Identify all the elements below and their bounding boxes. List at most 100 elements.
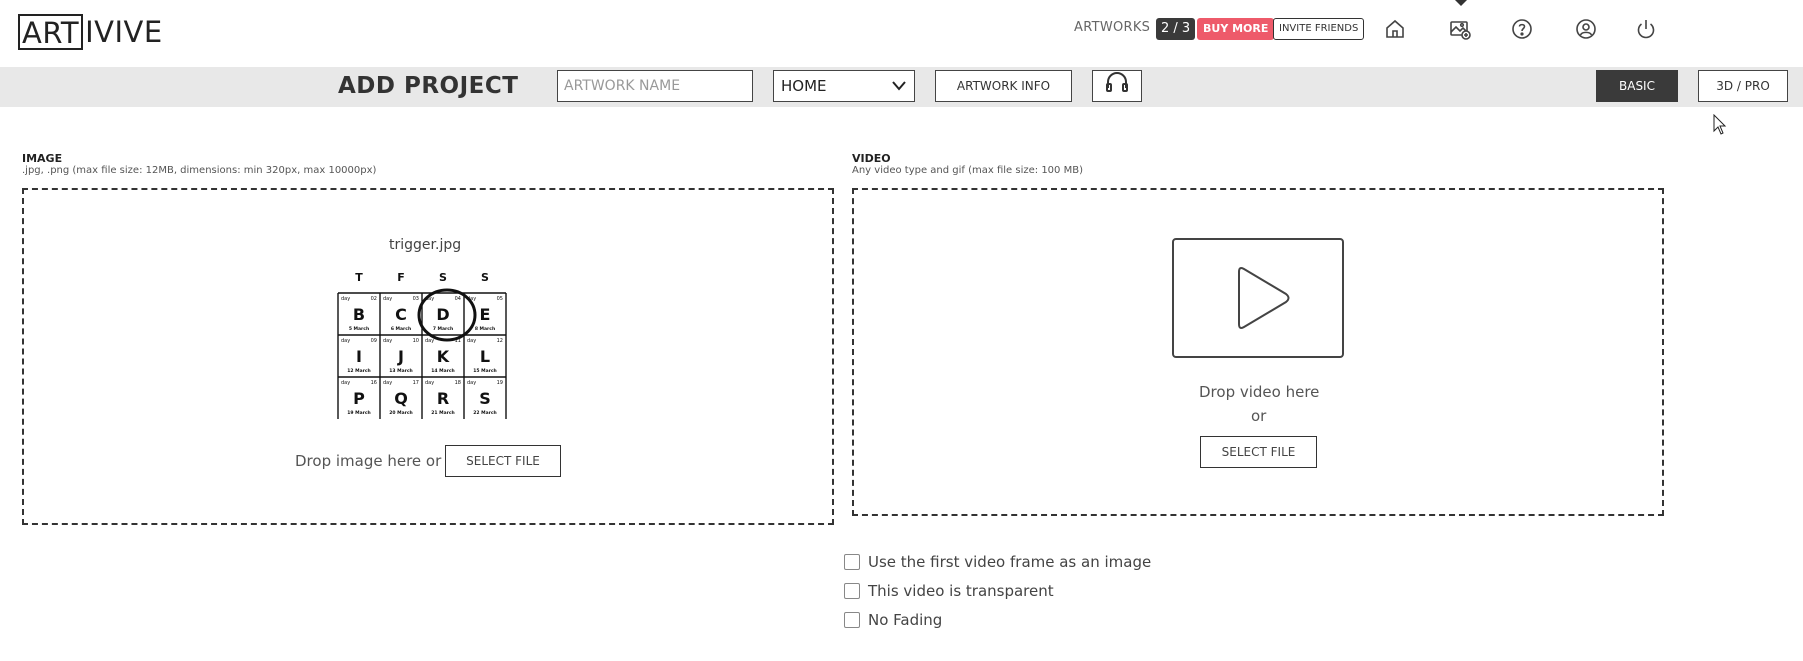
page-title: ADD PROJECT <box>338 73 519 99</box>
video-section-title: VIDEO <box>852 152 891 165</box>
audio-button[interactable] <box>1092 70 1142 102</box>
no-fading-checkbox[interactable] <box>844 612 860 628</box>
calendar-date: 19 March <box>347 410 370 416</box>
calendar-letter: R <box>437 389 449 408</box>
calendar-header: T <box>355 271 363 284</box>
calendar-day-number: 03 <box>413 296 419 302</box>
active-nav-caret <box>1455 0 1467 6</box>
video-or-text: or <box>1251 407 1267 425</box>
calendar-letter: D <box>436 305 449 324</box>
option-first-frame[interactable]: Use the first video frame as an image <box>844 552 1151 572</box>
artwork-info-button[interactable]: ARTWORK INFO <box>935 70 1072 102</box>
image-drop-text: Drop image here or <box>295 452 442 470</box>
calendar-thumbnail: T F S Sday 02 B 5 March day 03 C 6 March day 04 D 7 Ma… <box>337 271 507 421</box>
calendar-letter: E <box>480 305 491 324</box>
headphones-icon <box>1104 71 1130 104</box>
calendar-date: 8 March <box>475 326 495 332</box>
calendar-date: 7 March <box>433 326 453 332</box>
user-icon[interactable] <box>1572 15 1600 43</box>
location-select[interactable]: HOME <box>773 70 915 102</box>
calendar-day-number: 10 <box>413 338 419 344</box>
calendar-day-prefix: day <box>467 296 476 302</box>
first-frame-checkbox[interactable] <box>844 554 860 570</box>
calendar-date: 22 March <box>473 410 496 416</box>
calendar-date: 6 March <box>391 326 411 332</box>
calendar-day-number: 02 <box>371 296 377 302</box>
top-bar: ART IVIVE ARTWORKS 2 / 3 BUY MORE INVITE … <box>0 0 1803 66</box>
image-section-subtitle: .jpg, .png (max file size: 12MB, dimensi… <box>22 165 377 176</box>
artworks-count-badge: 2 / 3 <box>1156 18 1196 40</box>
calendar-day-prefix: day <box>467 338 476 344</box>
artivive-logo[interactable]: ART IVIVE <box>18 14 163 50</box>
video-select-file-button[interactable]: SELECT FILE <box>1200 436 1317 468</box>
video-drop-text: Drop video here <box>1199 383 1320 401</box>
calendar-day-number: 09 <box>371 338 377 344</box>
transparent-label: This video is transparent <box>868 582 1054 600</box>
calendar-date: 14 March <box>431 368 454 374</box>
image-select-file-button[interactable]: SELECT FILE <box>445 445 561 477</box>
calendar-date: 5 March <box>349 326 369 332</box>
calendar-header: F <box>397 271 405 284</box>
calendar-letter: P <box>353 389 365 408</box>
calendar-date: 20 March <box>389 410 412 416</box>
mode-basic-button[interactable]: BASIC <box>1596 70 1678 102</box>
calendar-day-prefix: day <box>341 338 350 344</box>
calendar-header: S <box>481 271 489 284</box>
calendar-date: 13 March <box>389 368 412 374</box>
artwork-name-input[interactable] <box>557 70 753 102</box>
image-section-title: IMAGE <box>22 152 63 165</box>
project-bar: ADD PROJECT HOME ARTWORK INFO BASIC 3D /… <box>0 67 1803 107</box>
calendar-day-prefix: day <box>341 380 350 386</box>
help-icon[interactable] <box>1508 15 1536 43</box>
mouse-cursor-icon <box>1713 114 1727 135</box>
play-icon <box>1238 267 1290 329</box>
buy-more-button[interactable]: BUY MORE <box>1197 18 1275 40</box>
artworks-label: ARTWORKS <box>1074 20 1151 35</box>
invite-friends-button[interactable]: INVITE FRIENDS <box>1273 18 1365 40</box>
calendar-day-prefix: day <box>467 380 476 386</box>
calendar-day-number: 16 <box>371 380 377 386</box>
video-section-subtitle: Any video type and gif (max file size: 1… <box>852 165 1083 176</box>
calendar-day-prefix: day <box>383 296 392 302</box>
chevron-down-icon <box>892 71 906 111</box>
trigger-image-preview: T F S Sday 02 B 5 March day 03 C 6 March day 04 D 7 Ma… <box>337 269 507 421</box>
calendar-day-number: 19 <box>497 380 503 386</box>
calendar-letter: L <box>480 347 490 366</box>
calendar-day-prefix: day <box>341 296 350 302</box>
calendar-day-prefix: day <box>425 338 434 344</box>
calendar-day-prefix: day <box>383 338 392 344</box>
option-transparent[interactable]: This video is transparent <box>844 581 1054 601</box>
calendar-day-number: 18 <box>455 380 461 386</box>
power-icon[interactable] <box>1632 15 1660 43</box>
no-fading-label: No Fading <box>868 611 943 629</box>
logo-boxed-text: ART <box>18 14 84 50</box>
calendar-day-number: 17 <box>413 380 419 386</box>
calendar-day-number: 05 <box>497 296 503 302</box>
calendar-letter: K <box>437 347 450 366</box>
home-icon[interactable] <box>1381 15 1409 43</box>
calendar-letter: J <box>397 347 404 366</box>
calendar-letter: S <box>479 389 491 408</box>
mode-pro-button[interactable]: 3D / PRO <box>1698 70 1788 102</box>
calendar-day-number: 12 <box>497 338 503 344</box>
calendar-letter: C <box>395 305 407 324</box>
calendar-day-prefix: day <box>383 380 392 386</box>
calendar-letter: Q <box>394 389 408 408</box>
logo-rest-text: IVIVE <box>85 15 163 49</box>
calendar-header: S <box>439 271 447 284</box>
add-artwork-icon[interactable] <box>1446 15 1474 43</box>
calendar-date: 15 March <box>473 368 496 374</box>
calendar-letter: B <box>353 305 365 324</box>
calendar-day-number: 11 <box>455 338 461 344</box>
transparent-checkbox[interactable] <box>844 583 860 599</box>
image-filename: trigger.jpg <box>389 237 462 253</box>
calendar-letter: I <box>356 347 362 366</box>
calendar-day-number: 04 <box>455 296 461 302</box>
option-no-fading[interactable]: No Fading <box>844 610 942 630</box>
calendar-date: 12 March <box>347 368 370 374</box>
first-frame-label: Use the first video frame as an image <box>868 553 1152 571</box>
location-select-value: HOME <box>781 77 827 95</box>
calendar-day-prefix: day <box>425 380 434 386</box>
video-placeholder <box>1172 238 1344 358</box>
calendar-date: 21 March <box>431 410 454 416</box>
